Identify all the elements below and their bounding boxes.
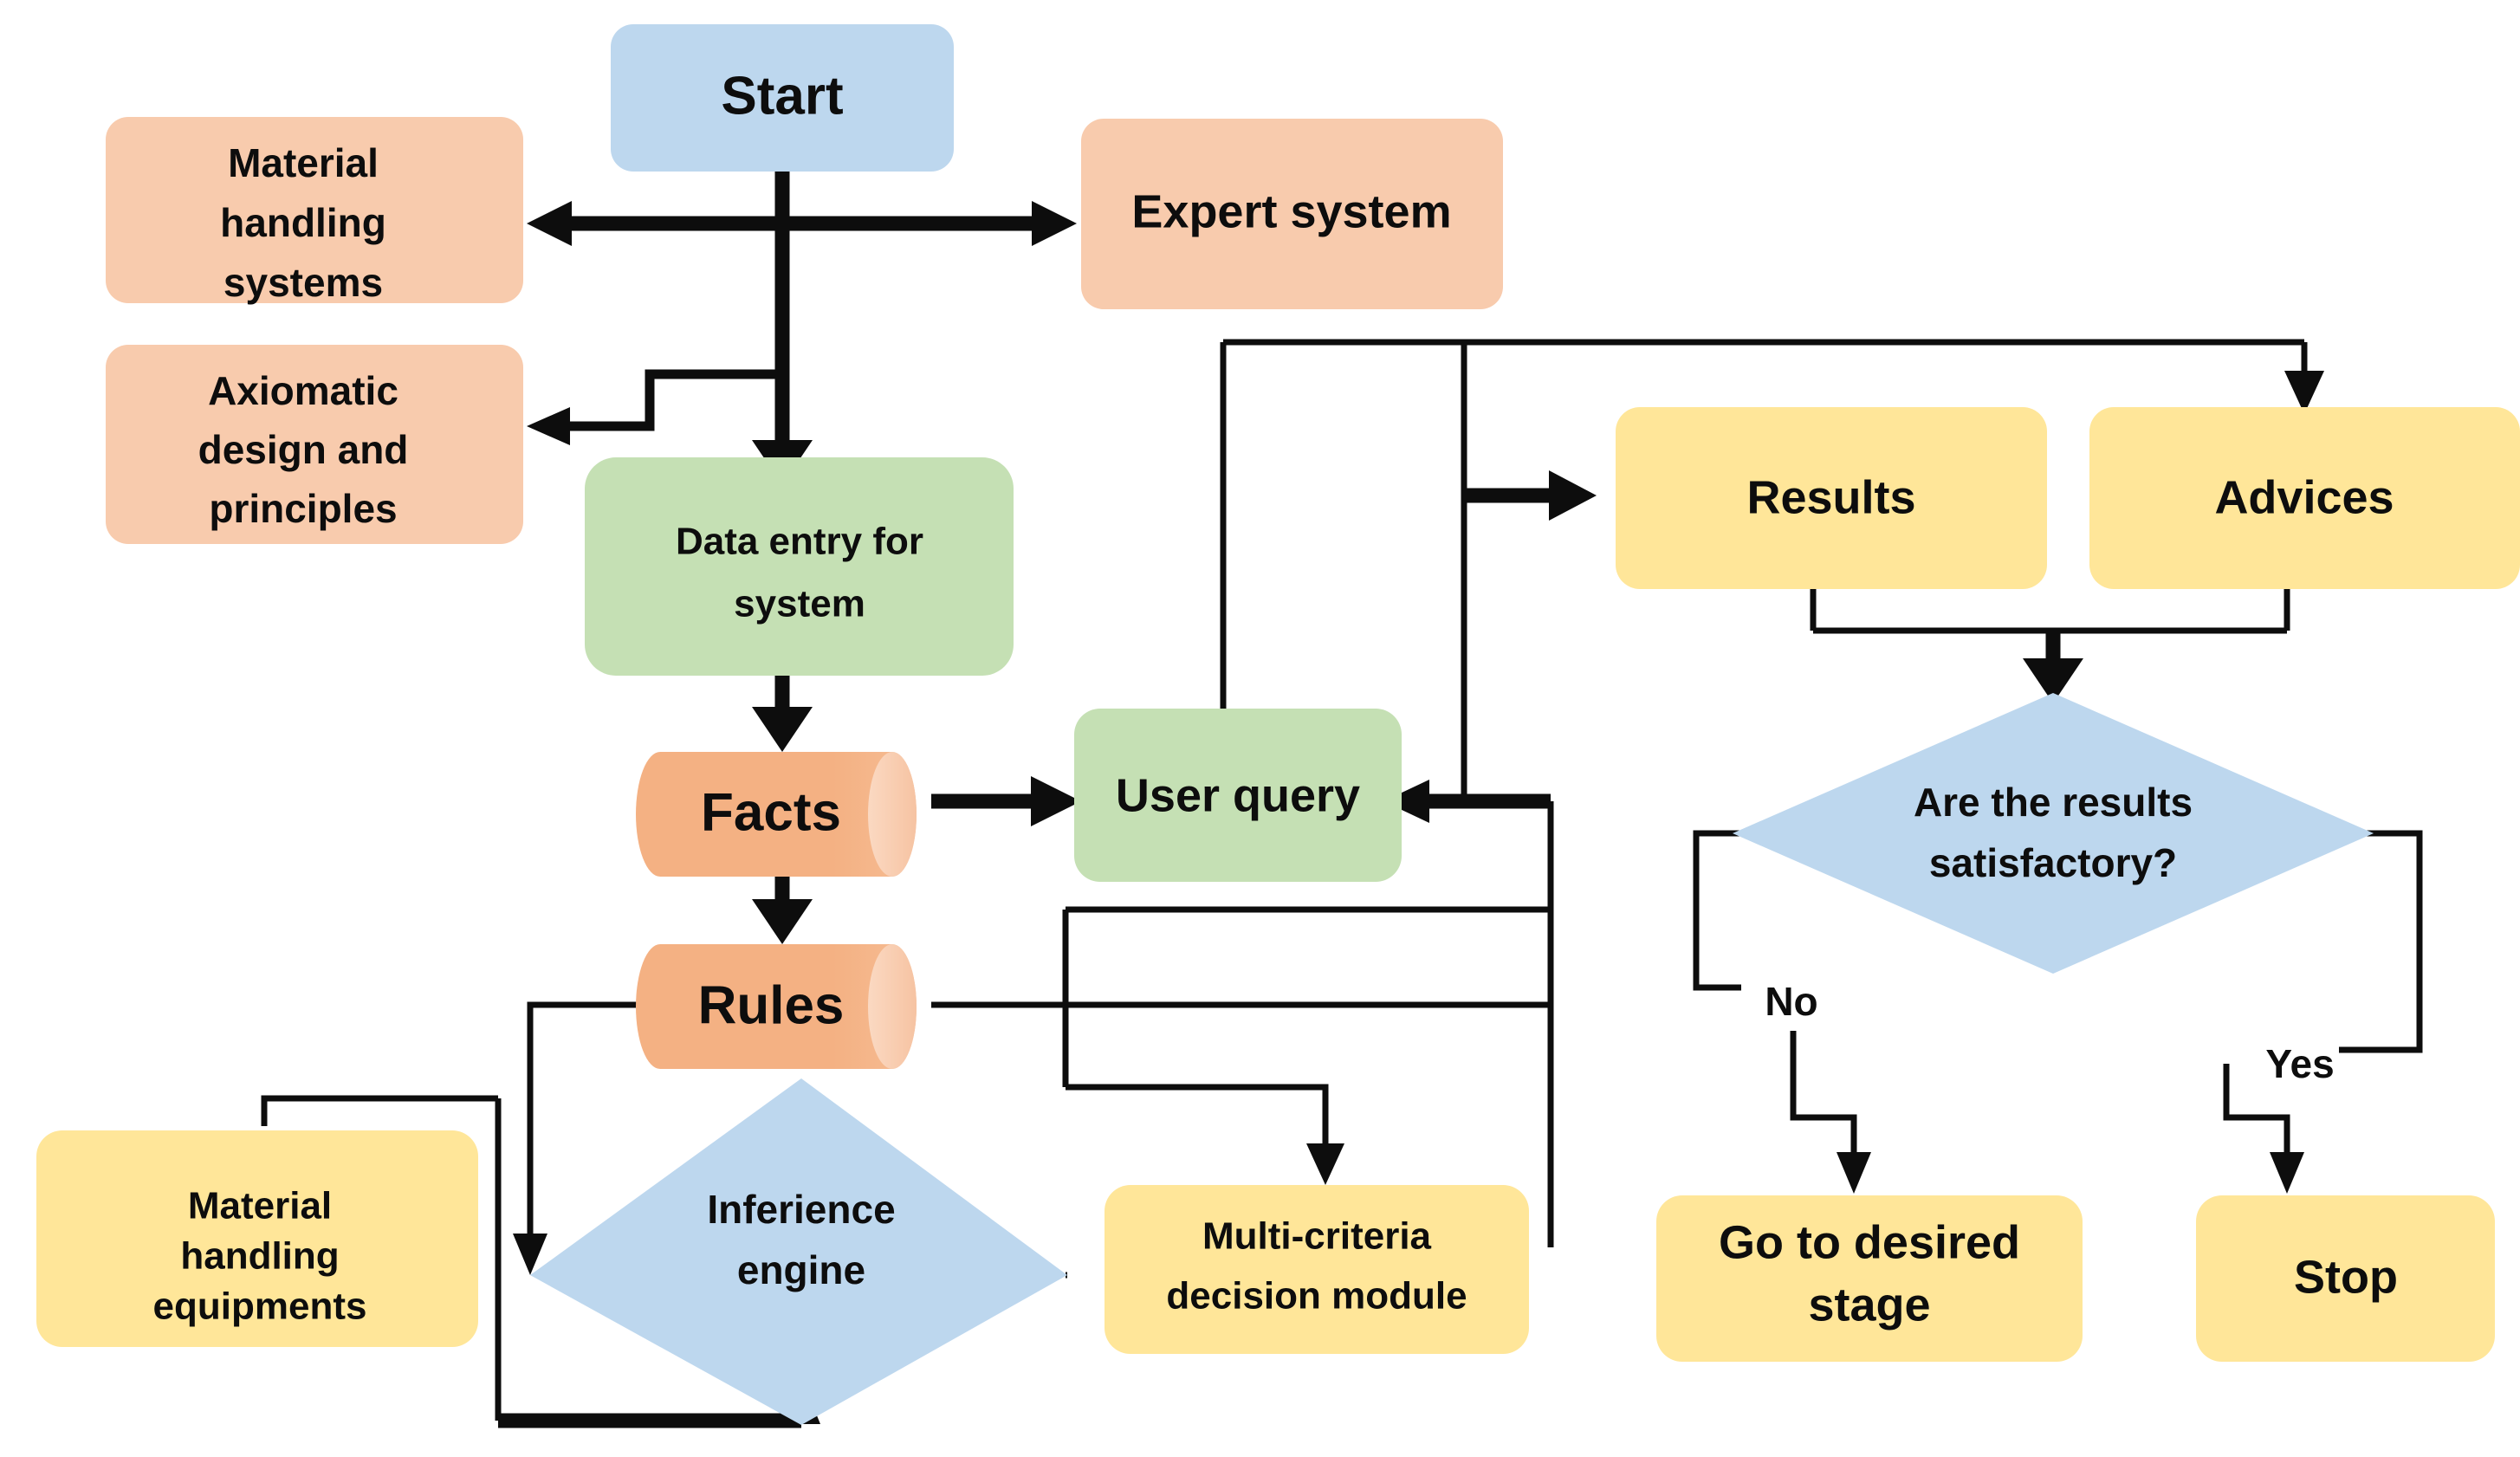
- results-label: Results: [1746, 471, 1915, 523]
- go-to-desired-stage-line1: Go to desired: [1719, 1216, 2020, 1268]
- edge-label-yes: Yes: [2265, 1041, 2334, 1086]
- multi-criteria-line1: Multi-criteria: [1202, 1215, 1432, 1258]
- edge-no-down: [1790, 1031, 1857, 1161]
- start-label: Start: [721, 66, 843, 126]
- node-material-handling-systems[interactable]: Material handling systems: [106, 117, 523, 305]
- stop-label: Stop: [2294, 1251, 2398, 1303]
- arrowhead-material-handling-systems: [527, 201, 572, 246]
- node-advices[interactable]: Advices: [2089, 407, 2520, 589]
- node-start[interactable]: Start: [611, 24, 954, 172]
- facts-label: Facts: [701, 782, 841, 842]
- edge-start-to-axiomatic: [554, 369, 782, 431]
- decision-line1: Are the results: [1914, 780, 2193, 825]
- go-to-desired-stage-line2: stage: [1808, 1279, 1930, 1331]
- node-expert-system[interactable]: Expert system: [1081, 119, 1503, 309]
- arrowhead-axiomatic-design: [527, 407, 570, 445]
- node-stop[interactable]: Stop: [2196, 1195, 2495, 1362]
- node-facts[interactable]: Facts: [636, 752, 917, 877]
- edge-label-no: No: [1765, 979, 1817, 1024]
- node-decision[interactable]: Are the results satisfactory?: [1733, 693, 2374, 974]
- node-axiomatic-design[interactable]: Axiomatic design and principles: [106, 345, 523, 544]
- arrowhead-facts: [752, 707, 813, 752]
- node-inference-engine[interactable]: Inferience engine: [530, 1078, 1067, 1425]
- arrowhead-user-query: [1031, 776, 1081, 826]
- user-query-label: User query: [1116, 769, 1360, 821]
- axiomatic-design-line1: Axiomatic: [208, 368, 398, 413]
- decision-shape: [1733, 693, 2374, 974]
- node-multi-criteria[interactable]: Multi-criteria decision module: [1105, 1185, 1529, 1354]
- data-entry-shape: [585, 457, 1014, 676]
- material-handling-systems-line3: systems: [223, 260, 383, 305]
- node-user-query[interactable]: User query: [1074, 709, 1402, 882]
- node-data-entry[interactable]: Data entry for system: [585, 457, 1014, 676]
- edge-mhe-up: [261, 1095, 498, 1126]
- inference-engine-line1: Inferience: [707, 1187, 895, 1232]
- arrowhead-results: [1549, 470, 1597, 521]
- data-entry-line1: Data entry for: [676, 521, 923, 563]
- inference-engine-line2: engine: [737, 1247, 865, 1292]
- arrowhead-expert-system: [1032, 201, 1077, 246]
- flowchart-svg: Start Material handling systems Expert s…: [36, 24, 2520, 1428]
- multi-criteria-shape: [1105, 1185, 1529, 1354]
- advices-label: Advices: [2214, 471, 2394, 523]
- expert-system-label: Expert system: [1131, 185, 1451, 237]
- data-entry-line2: system: [734, 583, 865, 625]
- multi-criteria-line2: decision module: [1166, 1275, 1467, 1318]
- arrowhead-rules: [752, 899, 813, 944]
- node-results[interactable]: Results: [1616, 407, 2047, 589]
- node-go-to-desired-stage[interactable]: Go to desired stage: [1656, 1195, 2083, 1362]
- facts-cap: [868, 752, 917, 877]
- rules-label: Rules: [698, 975, 845, 1035]
- arrowhead-multi-criteria: [1306, 1143, 1344, 1185]
- axiomatic-design-line3: principles: [209, 486, 397, 531]
- material-handling-equipments-line3: equipments: [153, 1285, 367, 1328]
- material-handling-systems-line1: Material: [228, 140, 379, 185]
- flowchart-canvas: Start Material handling systems Expert s…: [0, 0, 2520, 1457]
- decision-line2: satisfactory?: [1929, 840, 2177, 885]
- material-handling-equipments-line2: handling: [180, 1235, 339, 1278]
- rules-cap: [868, 944, 917, 1069]
- arrowhead-stop: [2270, 1152, 2304, 1194]
- material-handling-equipments-line1: Material: [188, 1185, 332, 1227]
- arrowhead-go-to-desired-stage: [1837, 1152, 1871, 1194]
- edge-to-multicriteria: [1066, 1084, 1329, 1152]
- axiomatic-design-line2: design and: [198, 427, 409, 472]
- node-material-handling-equipments[interactable]: Material handling equipments: [36, 1130, 478, 1347]
- node-rules[interactable]: Rules: [636, 944, 917, 1069]
- material-handling-systems-line2: handling: [220, 200, 386, 245]
